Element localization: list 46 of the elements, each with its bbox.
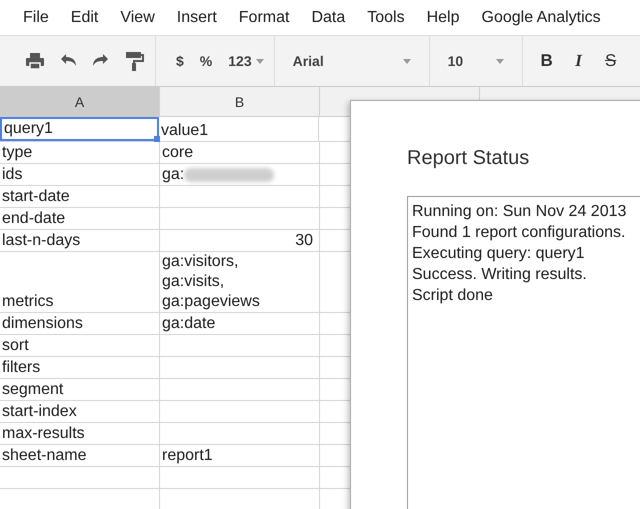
table-cell[interactable]: metrics: [0, 252, 160, 312]
table-cell[interactable]: query1: [0, 117, 159, 141]
caret-icon: [402, 58, 411, 64]
table-cell[interactable]: 30: [160, 230, 320, 251]
menu-item[interactable]: Edit: [60, 8, 110, 26]
format-button[interactable]: %: [200, 53, 212, 69]
table-cell[interactable]: end-date: [0, 208, 160, 229]
table-cell[interactable]: sort: [0, 335, 160, 356]
menu-item[interactable]: File: [12, 8, 60, 26]
table-cell[interactable]: core: [160, 142, 320, 163]
table-cell[interactable]: last-n-days: [0, 230, 160, 251]
dialog-title: Report Status: [407, 147, 530, 170]
number-format-button[interactable]: 123: [228, 53, 264, 69]
caret-icon: [256, 58, 264, 64]
table-cell[interactable]: report1: [160, 445, 320, 466]
font-size-dropdown[interactable]: 10: [438, 53, 514, 69]
log-box: Running on: Sun Nov 24 2013 Found 1 report configurations. Executing query: query1 Success. Writing results. Script done: [407, 196, 640, 509]
table-cell[interactable]: max-results: [0, 423, 160, 444]
menu-item[interactable]: View: [109, 8, 166, 26]
table-cell[interactable]: ga:date: [160, 313, 320, 334]
table-cell[interactable]: start-index: [0, 401, 160, 422]
menu-item[interactable]: Help: [416, 8, 470, 26]
column-header[interactable]: A: [0, 87, 160, 116]
menu-item[interactable]: Data: [300, 8, 356, 26]
menu-item[interactable]: Format: [228, 8, 300, 26]
format-button[interactable]: $: [176, 53, 184, 69]
table-cell[interactable]: start-date: [0, 186, 160, 207]
table-cell[interactable]: dimensions: [0, 313, 160, 334]
table-cell[interactable]: segment: [0, 379, 160, 400]
italic-button[interactable]: I: [568, 51, 589, 71]
table-cell[interactable]: type: [0, 142, 160, 163]
table-cell[interactable]: ga:: [160, 164, 320, 185]
table-cell[interactable]: sheet-name: [0, 445, 160, 466]
caret-icon: [496, 58, 504, 64]
bold-button[interactable]: B: [536, 51, 557, 71]
fill-handle[interactable]: [154, 136, 160, 142]
menu-item[interactable]: Tools: [356, 8, 416, 26]
table-cell[interactable]: ids: [0, 164, 160, 185]
font-dropdown[interactable]: Arial: [282, 53, 421, 69]
strikethrough-button[interactable]: S: [600, 51, 621, 71]
table-cell[interactable]: filters: [0, 357, 160, 378]
menu-item[interactable]: Google Analytics: [470, 8, 612, 26]
paint-roller-icon[interactable]: [123, 50, 145, 72]
column-header[interactable]: B: [160, 87, 320, 116]
table-cell[interactable]: value1: [159, 117, 319, 141]
menu-item[interactable]: Insert: [166, 8, 228, 26]
